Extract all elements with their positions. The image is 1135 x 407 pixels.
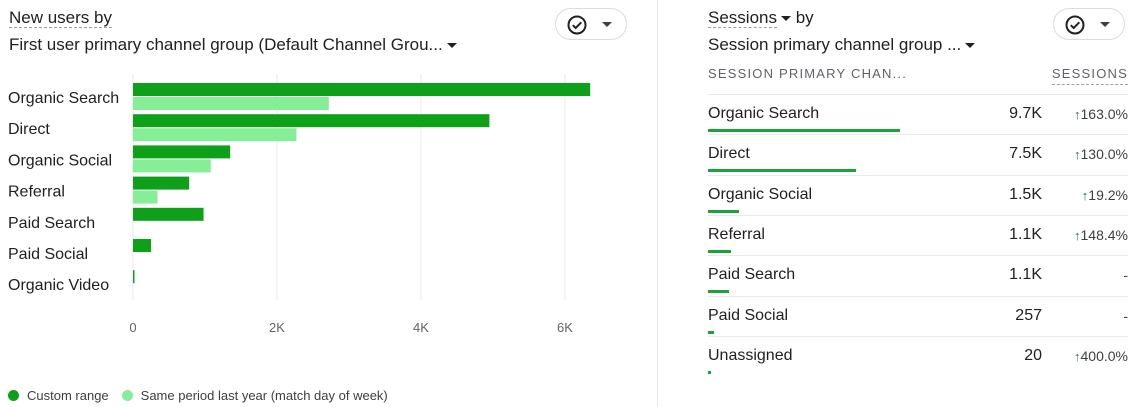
caret-down-icon: [446, 43, 457, 49]
caret-down-icon: [780, 16, 791, 22]
row-sessions-value: 7.5K: [1009, 145, 1042, 163]
row-channel-label: Unassigned: [708, 346, 793, 364]
row-sessions-value: 9.7K: [1009, 105, 1042, 122]
row-change-text: -: [1123, 267, 1128, 284]
row-change-text: 400.0%: [1080, 347, 1128, 364]
category-label: Organic Search: [8, 90, 119, 107]
row-change-text: 130.0%: [1080, 146, 1128, 163]
category-label: Organic Social: [8, 152, 112, 169]
row-change-value: ↑19.2%: [1082, 187, 1128, 203]
row-change-value: -: [1123, 308, 1128, 324]
bar-last-year: [133, 159, 211, 173]
legend-item-last-year[interactable]: Same period last year (match day of week…: [121, 388, 388, 403]
table-row[interactable]: Organic Social 1.5K ↑19.2%: [708, 174, 1128, 216]
row-share-bar: [708, 129, 900, 132]
table-row[interactable]: Paid Search 1.1K -: [708, 255, 1128, 296]
row-channel-label: Organic Search: [708, 105, 820, 122]
bar-custom-range: [133, 239, 151, 252]
chevron-down-icon: [602, 22, 612, 27]
bar-custom-range: [133, 83, 591, 96]
row-channel-label: Referral: [708, 225, 765, 243]
compare-options-button[interactable]: [555, 8, 627, 40]
row-channel-label: Organic Social: [708, 185, 813, 203]
row-change-value: -: [1123, 267, 1128, 283]
table-header: SESSION PRIMARY CHAN... SESSIONS: [708, 64, 1128, 92]
row-change-value: ↑163.0%: [1074, 106, 1128, 122]
table-row[interactable]: Direct 7.5K ↑130.0%: [708, 134, 1128, 175]
check-circle-icon: [1065, 15, 1085, 35]
row-sessions-value: 1.1K: [1009, 225, 1042, 243]
row-share-bar: [708, 209, 739, 213]
x-tick-label: 0: [129, 320, 136, 335]
x-tick-label: 4K: [413, 320, 429, 335]
legend-item-custom-range[interactable]: Custom range: [8, 388, 109, 403]
bar-last-year: [133, 190, 158, 204]
row-change-value: ↑148.4%: [1074, 227, 1128, 243]
category-label: Direct: [8, 121, 50, 138]
card-title[interactable]: Sessions by: [708, 8, 814, 28]
table-row[interactable]: Paid Social 257 -: [708, 295, 1128, 337]
row-change-value: ↑400.0%: [1074, 348, 1128, 364]
table-row[interactable]: Unassigned 20 ↑400.0%: [708, 335, 1128, 377]
row-sessions-value: 1.5K: [1009, 185, 1042, 203]
row-sessions-value: 1.1K: [1009, 266, 1042, 284]
dimension-selector[interactable]: Session primary channel group ...: [708, 35, 976, 55]
new-users-bar-chart: 0 2K 4K 6K Organic Search Direct Organic Socia…: [8, 74, 591, 335]
bar-custom-range: [133, 114, 490, 128]
x-tick-label: 6K: [557, 320, 573, 335]
bar-custom-range: [133, 270, 135, 284]
row-sessions-value: 20: [1024, 346, 1042, 364]
row-change-value: ↑130.0%: [1074, 146, 1128, 162]
row-channel-label: Paid Social: [708, 306, 789, 324]
bar-custom-range: [133, 176, 190, 190]
bar-last-year: [133, 128, 297, 142]
x-tick-label: 2K: [269, 320, 285, 335]
legend-dot: [8, 390, 19, 401]
row-change-text: -: [1123, 307, 1128, 324]
bar-custom-range: [133, 207, 204, 221]
row-change-text: 163.0%: [1080, 106, 1128, 122]
card-title: New users by: [9, 8, 112, 28]
category-label: Organic Video: [8, 277, 109, 294]
row-sessions-value: 257: [1015, 306, 1042, 324]
row-share-bar: [708, 370, 711, 374]
dimension-selector[interactable]: First user primary channel group (Defaul…: [9, 35, 457, 55]
sessions-card: Sessions by Session primary channel grou…: [690, 0, 1135, 407]
row-change-text: 148.4%: [1080, 226, 1128, 243]
column-header-sessions[interactable]: SESSIONS: [1051, 66, 1128, 85]
compare-options-button[interactable]: [1053, 8, 1125, 40]
column-header-channel[interactable]: SESSION PRIMARY CHAN...: [708, 66, 907, 81]
category-label: Paid Search: [8, 215, 95, 232]
table-row[interactable]: Organic Search 9.7K ↑163.0%: [708, 94, 1128, 135]
row-share-bar: [708, 249, 732, 253]
row-change-text: 19.2%: [1088, 186, 1128, 203]
card-divider: [657, 0, 658, 407]
new-users-card: New users by First user primary channel …: [0, 0, 640, 407]
row-share-bar: [708, 169, 856, 173]
chart-legend: Custom range Same period last year (matc…: [8, 388, 401, 403]
chevron-down-icon: [1100, 22, 1110, 27]
legend-dot: [121, 390, 133, 401]
check-circle-icon: [567, 15, 587, 35]
row-share-bar: [708, 290, 730, 294]
table-row[interactable]: Referral 1.1K ↑148.4%: [708, 214, 1128, 256]
category-label: Referral: [8, 184, 65, 201]
bar-last-year: [133, 97, 329, 110]
category-label: Paid Social: [8, 246, 88, 263]
row-channel-label: Paid Search: [708, 266, 796, 284]
caret-down-icon: [965, 43, 976, 49]
row-share-bar: [708, 330, 714, 334]
bar-custom-range: [133, 145, 231, 159]
row-channel-label: Direct: [708, 145, 750, 163]
